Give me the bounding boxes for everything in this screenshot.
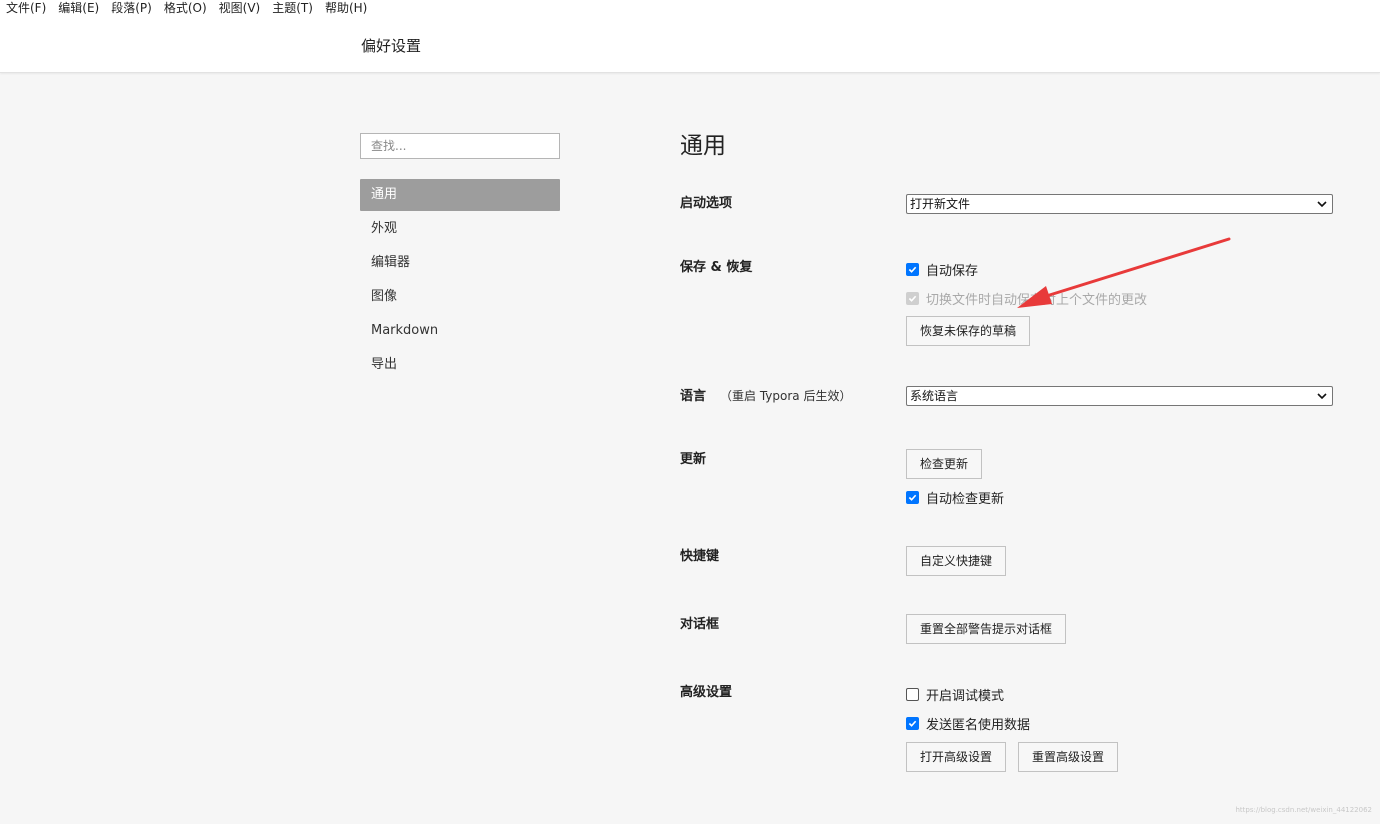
startup-select[interactable]: 打开新文件 xyxy=(906,194,1333,214)
sidebar-item-export[interactable]: 导出 xyxy=(360,349,560,383)
checkbox-disabled-icon xyxy=(906,291,919,305)
autosave-label: 自动保存 xyxy=(926,263,979,279)
startup-select-value: 打开新文件 xyxy=(910,197,971,211)
sidebar-item-editor[interactable]: 编辑器 xyxy=(360,247,560,281)
auto-check-update-label: 自动检查更新 xyxy=(926,491,1005,507)
window-title: 偏好设置 xyxy=(361,37,422,55)
language-select[interactable]: 系统语言 xyxy=(906,386,1333,406)
checkbox-checked-icon xyxy=(906,716,919,730)
title-bar: 文件(F) 编辑(E) 段落(P) 格式(O) 视图(V) 主题(T) 帮助(H… xyxy=(0,0,1380,73)
language-select-value: 系统语言 xyxy=(910,389,959,403)
page-title: 通用 xyxy=(680,133,726,159)
reset-advanced-button[interactable]: 重置高级设置 xyxy=(1018,742,1119,772)
save-restore-label: 保存 & 恢复 xyxy=(680,260,753,275)
language-note: （重启 Typora 后生效） xyxy=(720,389,852,403)
open-advanced-button[interactable]: 打开高级设置 xyxy=(906,742,1007,772)
checkbox-unchecked-icon xyxy=(906,687,919,701)
menu-help[interactable]: 帮助(H) xyxy=(319,0,373,16)
search-input[interactable] xyxy=(360,133,560,159)
autosave-checkbox[interactable]: 自动保存 xyxy=(906,261,979,279)
menu-paragraph[interactable]: 段落(P) xyxy=(105,0,158,16)
chevron-down-icon xyxy=(1317,393,1327,400)
language-label-text: 语言 xyxy=(680,389,707,404)
watermark: https://blog.csdn.net/weixin_44122062 xyxy=(1235,806,1372,814)
check-update-button[interactable]: 检查更新 xyxy=(906,449,983,479)
menubar: 文件(F) 编辑(E) 段落(P) 格式(O) 视图(V) 主题(T) 帮助(H… xyxy=(0,0,373,16)
reset-dialogs-button[interactable]: 重置全部警告提示对话框 xyxy=(906,614,1067,644)
autosave-on-switch-label: 切换文件时自动保存对上个文件的更改 xyxy=(926,292,1148,308)
sidebar-item-appearance[interactable]: 外观 xyxy=(360,213,560,247)
restore-drafts-button[interactable]: 恢复未保存的草稿 xyxy=(906,316,1031,346)
sidebar-nav: 通用 外观 编辑器 图像 Markdown 导出 xyxy=(360,179,560,383)
checkbox-checked-icon xyxy=(906,262,919,276)
chevron-down-icon xyxy=(1317,201,1327,208)
sidebar-item-markdown[interactable]: Markdown xyxy=(360,315,560,349)
sidebar-item-image[interactable]: 图像 xyxy=(360,281,560,315)
menu-edit[interactable]: 编辑(E) xyxy=(52,0,105,16)
menu-theme[interactable]: 主题(T) xyxy=(266,0,319,16)
telemetry-label: 发送匿名使用数据 xyxy=(926,717,1031,733)
telemetry-checkbox[interactable]: 发送匿名使用数据 xyxy=(906,715,1031,733)
menu-view[interactable]: 视图(V) xyxy=(213,0,267,16)
menu-format[interactable]: 格式(O) xyxy=(158,0,213,16)
menu-file[interactable]: 文件(F) xyxy=(0,0,52,16)
update-label: 更新 xyxy=(680,452,707,467)
autosave-on-switch-checkbox: 切换文件时自动保存对上个文件的更改 xyxy=(906,290,1148,308)
dialogs-label: 对话框 xyxy=(680,617,720,632)
customize-shortcuts-button[interactable]: 自定义快捷键 xyxy=(906,546,1007,576)
startup-label: 启动选项 xyxy=(680,196,733,211)
checkbox-checked-icon xyxy=(906,490,919,504)
debug-mode-checkbox[interactable]: 开启调试模式 xyxy=(906,686,1005,704)
advanced-label: 高级设置 xyxy=(680,685,733,700)
auto-check-update-checkbox[interactable]: 自动检查更新 xyxy=(906,489,1005,507)
shortcuts-label: 快捷键 xyxy=(680,549,720,564)
language-label: 语言 （重启 Typora 后生效） xyxy=(680,387,851,406)
debug-mode-label: 开启调试模式 xyxy=(926,688,1005,704)
sidebar-item-general[interactable]: 通用 xyxy=(360,179,560,211)
